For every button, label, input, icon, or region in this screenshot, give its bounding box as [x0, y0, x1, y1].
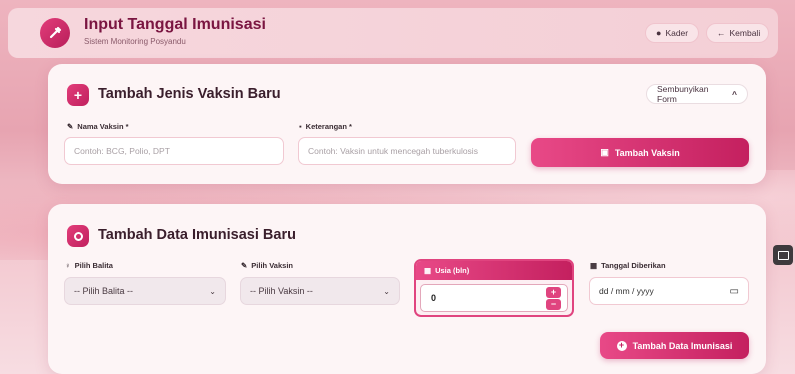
tanggal-label: ▦ Tanggal Diberikan [590, 261, 666, 270]
toggle-form-button[interactable]: Sembunyikan Form ^ [646, 84, 748, 104]
usia-decrement-button[interactable]: − [546, 299, 561, 310]
tambah-imunisasi-label: Tambah Data Imunisasi [632, 340, 733, 351]
kader-button[interactable]: ● Kader [645, 23, 699, 43]
keterangan-input[interactable]: Contoh: Vaksin untuk mencegah tuberkulos… [298, 137, 516, 165]
tanggal-input[interactable]: dd / mm / yyyy ▭ [589, 277, 749, 305]
pilih-vaksin-select[interactable]: -- Pilih Vaksin -- ⌄ [240, 277, 400, 305]
pilih-vaksin-label: ✎ Pilih Vaksin [241, 261, 293, 270]
circle-dot-icon [67, 225, 89, 247]
usia-increment-button[interactable]: + [546, 287, 561, 298]
tanggal-value: dd / mm / yyyy [599, 286, 654, 296]
pilih-balita-label: ♀ Pilih Balita [65, 261, 113, 270]
calendar-icon: ▦ [590, 261, 598, 270]
save-icon: ▣ [600, 147, 609, 157]
plus-circle-icon: + [616, 340, 627, 351]
nama-vaksin-label-text: Nama Vaksin * [77, 122, 129, 131]
pilih-vaksin-label-text: Pilih Vaksin [251, 261, 293, 270]
chevron-down-icon: ⌄ [209, 286, 216, 296]
pilih-balita-value: -- Pilih Balita -- [74, 286, 134, 296]
usia-label: Usia (bln) [435, 266, 470, 275]
nama-vaksin-input[interactable]: Contoh: BCG, Polio, DPT [64, 137, 284, 165]
usia-field: ▦ Usia (bln) 0 + − [414, 259, 574, 317]
kembali-label: Kembali [729, 28, 761, 38]
baby-icon: ♀ [65, 261, 71, 270]
kader-label: Kader [665, 28, 689, 38]
keterangan-label-text: Keterangan * [305, 122, 352, 131]
page-title: Input Tanggal Imunisasi [84, 16, 266, 33]
imunisasi-card-title: Tambah Data Imunisasi Baru [98, 227, 296, 243]
tambah-imunisasi-button[interactable]: + Tambah Data Imunisasi [600, 332, 749, 359]
tambah-vaksin-button[interactable]: ▣ Tambah Vaksin [531, 138, 749, 167]
page-subtitle: Sistem Monitoring Posyandu [84, 37, 186, 46]
plus-icon: + [67, 84, 89, 106]
toggle-form-label: Sembunyikan Form [657, 84, 709, 104]
pencil-icon: ✎ [241, 261, 248, 270]
usia-header: ▦ Usia (bln) [416, 261, 572, 280]
syringe-icon [40, 18, 70, 48]
tambah-vaksin-label: Tambah Vaksin [614, 147, 680, 158]
kembali-button[interactable]: ← Kembali [706, 23, 769, 43]
pilih-balita-label-text: Pilih Balita [74, 261, 113, 270]
vaksin-card-title: Tambah Jenis Vaksin Baru [98, 86, 281, 102]
screenshot-icon[interactable] [773, 245, 793, 265]
user-circle-icon: ● [656, 28, 662, 38]
chevron-up-icon: ^ [732, 89, 737, 99]
document-icon: ▪ [299, 122, 302, 131]
calendar-icon: ▭ [729, 285, 739, 297]
tanggal-label-text: Tanggal Diberikan [601, 261, 666, 270]
usia-value: 0 [431, 293, 437, 303]
pilih-vaksin-value: -- Pilih Vaksin -- [250, 286, 313, 296]
nama-vaksin-label: ✎ Nama Vaksin * [67, 122, 129, 131]
usia-input[interactable]: 0 + − [420, 284, 568, 312]
pilih-balita-select[interactable]: -- Pilih Balita -- ⌄ [64, 277, 226, 305]
pencil-icon: ✎ [67, 122, 74, 131]
calendar-icon: ▦ [424, 266, 432, 275]
arrow-left-icon: ← [717, 28, 726, 38]
keterangan-label: ▪ Keterangan * [299, 122, 352, 131]
chevron-down-icon: ⌄ [383, 286, 390, 296]
